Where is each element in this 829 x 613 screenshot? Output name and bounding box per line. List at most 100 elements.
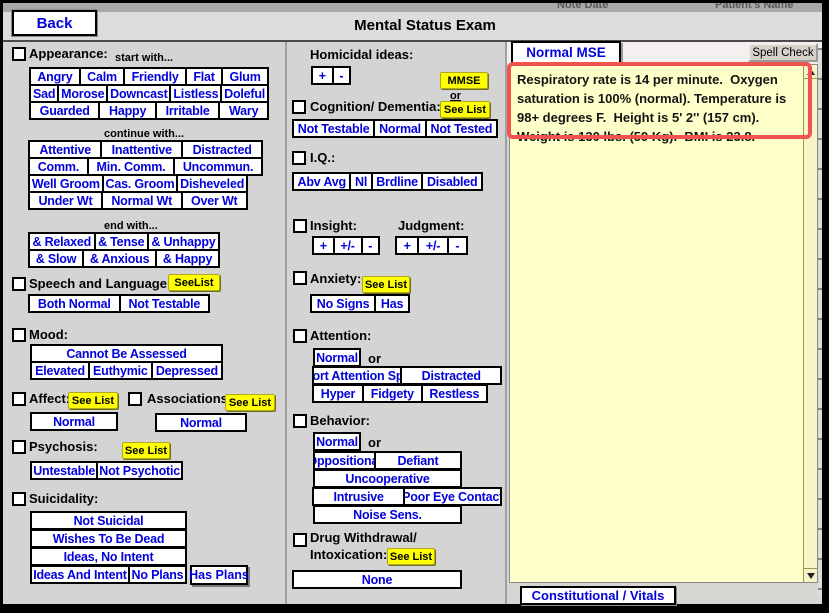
opt-and-anxious[interactable]: & Anxious — [82, 249, 157, 268]
insight-minus-button[interactable]: - — [361, 236, 381, 255]
opt-wishes-to-be-dead[interactable]: Wishes To Be Dead — [30, 529, 187, 548]
homicidal-minus-button[interactable]: - — [332, 66, 351, 85]
back-button[interactable]: Back — [12, 10, 97, 36]
opt-under-wt[interactable]: Under Wt — [28, 191, 103, 210]
scroll-down-button[interactable] — [804, 568, 817, 582]
attention-label: Attention: — [310, 328, 371, 343]
opt-uncooperative[interactable]: Uncooperative — [313, 469, 462, 488]
opt-noise-sens[interactable]: Noise Sens. — [313, 505, 462, 524]
opt-restless[interactable]: Restless — [421, 384, 488, 403]
affect-see-list-button[interactable]: See List — [68, 392, 118, 409]
window-edge-ticks — [818, 48, 822, 598]
opt-cog-not-testable[interactable]: Not Testable — [292, 119, 375, 138]
scroll-up-button[interactable] — [804, 65, 817, 79]
speech-label: Speech and Language: — [29, 276, 171, 291]
opt-elevated[interactable]: Elevated — [30, 361, 90, 380]
appearance-label: Appearance: — [29, 46, 108, 61]
mse-note-text: Respiratory rate is 14 per minute. Oxyge… — [517, 70, 803, 146]
suicidality-checkbox[interactable] — [12, 492, 26, 506]
judgment-minus-button[interactable]: - — [447, 236, 468, 255]
judgment-plusminus-button[interactable]: +/- — [417, 236, 449, 255]
iq-label: I.Q.: — [310, 150, 335, 165]
opt-no-plans[interactable]: No Plans — [128, 565, 187, 584]
iq-checkbox[interactable] — [292, 151, 306, 165]
opt-poor-eye-contact[interactable]: Poor Eye Contact — [403, 487, 502, 506]
note-scrollbar[interactable] — [803, 65, 817, 582]
cognition-checkbox[interactable] — [292, 100, 306, 114]
mse-note-textarea[interactable]: Respiratory rate is 14 per minute. Oxyge… — [509, 64, 818, 583]
appearance-checkbox[interactable] — [12, 47, 26, 61]
opt-has[interactable]: Has — [374, 294, 410, 313]
opt-not-testable-speech[interactable]: Not Testable — [119, 294, 210, 313]
mmse-button[interactable]: MMSE — [440, 72, 488, 89]
opt-wary[interactable]: Wary — [218, 101, 269, 120]
opt-attention-normal[interactable]: Normal — [313, 348, 361, 367]
psychosis-checkbox[interactable] — [12, 440, 26, 454]
opt-associations-normal[interactable]: Normal — [155, 413, 247, 432]
drug-checkbox[interactable] — [293, 533, 307, 547]
opt-brdline[interactable]: Brdline — [371, 172, 424, 191]
opt-happy[interactable]: Happy — [98, 101, 157, 120]
opt-normal-wt[interactable]: Normal Wt — [101, 191, 183, 210]
homicidal-plus-button[interactable]: + — [311, 66, 334, 85]
opt-defiant[interactable]: Defiant — [374, 451, 462, 470]
opt-cog-not-tested[interactable]: Not Tested — [425, 119, 498, 138]
opt-not-psychotic[interactable]: Not Psychotic — [96, 461, 183, 480]
drug-see-list-button[interactable]: See List — [387, 548, 435, 565]
scroll-down-icon — [807, 573, 815, 579]
opt-untestable[interactable]: Untestable — [30, 461, 98, 480]
associations-see-list-button[interactable]: See List — [225, 394, 275, 411]
opt-irritable[interactable]: Irritable — [155, 101, 220, 120]
opt-not-suicidal[interactable]: Not Suicidal — [30, 511, 187, 530]
opt-guarded[interactable]: Guarded — [29, 101, 100, 120]
opt-abv-avg[interactable]: Abv Avg — [292, 172, 351, 191]
window-border-left — [0, 0, 3, 613]
opt-affect-normal[interactable]: Normal — [30, 412, 118, 431]
opt-ideas-and-intent[interactable]: Ideas And Intent — [30, 565, 130, 584]
opt-short-attention-span[interactable]: Short Attention Span — [312, 366, 402, 385]
has-plans-button[interactable]: Has Plans — [190, 565, 248, 585]
attention-checkbox[interactable] — [293, 329, 307, 343]
constitutional-vitals-button[interactable]: Constitutional / Vitals — [520, 586, 676, 605]
opt-disabled[interactable]: Disabled — [421, 172, 483, 191]
psychosis-see-list-button[interactable]: See List — [122, 442, 170, 459]
drug-label-line1: Drug Withdrawal/ — [310, 530, 417, 545]
opt-hyper[interactable]: Hyper — [312, 384, 364, 403]
opt-fidgety[interactable]: Fidgety — [362, 384, 423, 403]
opt-attn-distracted[interactable]: Distracted — [400, 366, 502, 385]
opt-nl[interactable]: Nl — [349, 172, 372, 191]
normal-mse-button[interactable]: Normal MSE — [511, 41, 621, 64]
judgment-plus-button[interactable]: + — [395, 236, 419, 255]
associations-checkbox[interactable] — [128, 392, 142, 406]
anxiety-see-list-button[interactable]: See List — [362, 276, 410, 293]
affect-checkbox[interactable] — [12, 392, 26, 406]
insight-plus-button[interactable]: + — [312, 236, 335, 255]
anxiety-checkbox[interactable] — [293, 271, 307, 285]
insight-plusminus-button[interactable]: +/- — [333, 236, 363, 255]
opt-and-slow[interactable]: & Slow — [28, 249, 84, 268]
opt-no-signs[interactable]: No Signs — [310, 294, 376, 313]
opt-oppositional[interactable]: Oppositional — [313, 451, 376, 470]
opt-both-normal[interactable]: Both Normal — [28, 294, 121, 313]
insight-checkbox[interactable] — [293, 219, 307, 233]
opt-depressed[interactable]: Depressed — [151, 361, 223, 380]
mental-status-exam-window: Note Date Patient's Name Back Mental Sta… — [0, 0, 829, 613]
speech-checkbox[interactable] — [12, 277, 26, 291]
opt-euthymic[interactable]: Euthymic — [88, 361, 153, 380]
top-clipped-strip: Note Date Patient's Name — [3, 3, 822, 12]
opt-none[interactable]: None — [292, 570, 462, 589]
opt-over-wt[interactable]: Over Wt — [181, 191, 248, 210]
opt-and-happy[interactable]: & Happy — [155, 249, 220, 268]
behavior-checkbox[interactable] — [293, 414, 307, 428]
spell-check-button[interactable]: Spell Check — [748, 43, 818, 62]
speech-see-list-button[interactable]: SeeList — [168, 274, 220, 291]
judgment-label: Judgment: — [398, 218, 464, 233]
opt-cog-normal[interactable]: Normal — [373, 119, 426, 138]
suicidality-label: Suicidality: — [29, 491, 98, 506]
opt-intrusive[interactable]: Intrusive — [312, 487, 405, 506]
opt-behavior-normal[interactable]: Normal — [313, 432, 361, 451]
opt-ideas-no-intent[interactable]: Ideas, No Intent — [30, 547, 187, 566]
attention-or-label: or — [368, 351, 381, 366]
mood-checkbox[interactable] — [12, 328, 26, 342]
cognition-see-list-button[interactable]: See List — [440, 101, 490, 118]
